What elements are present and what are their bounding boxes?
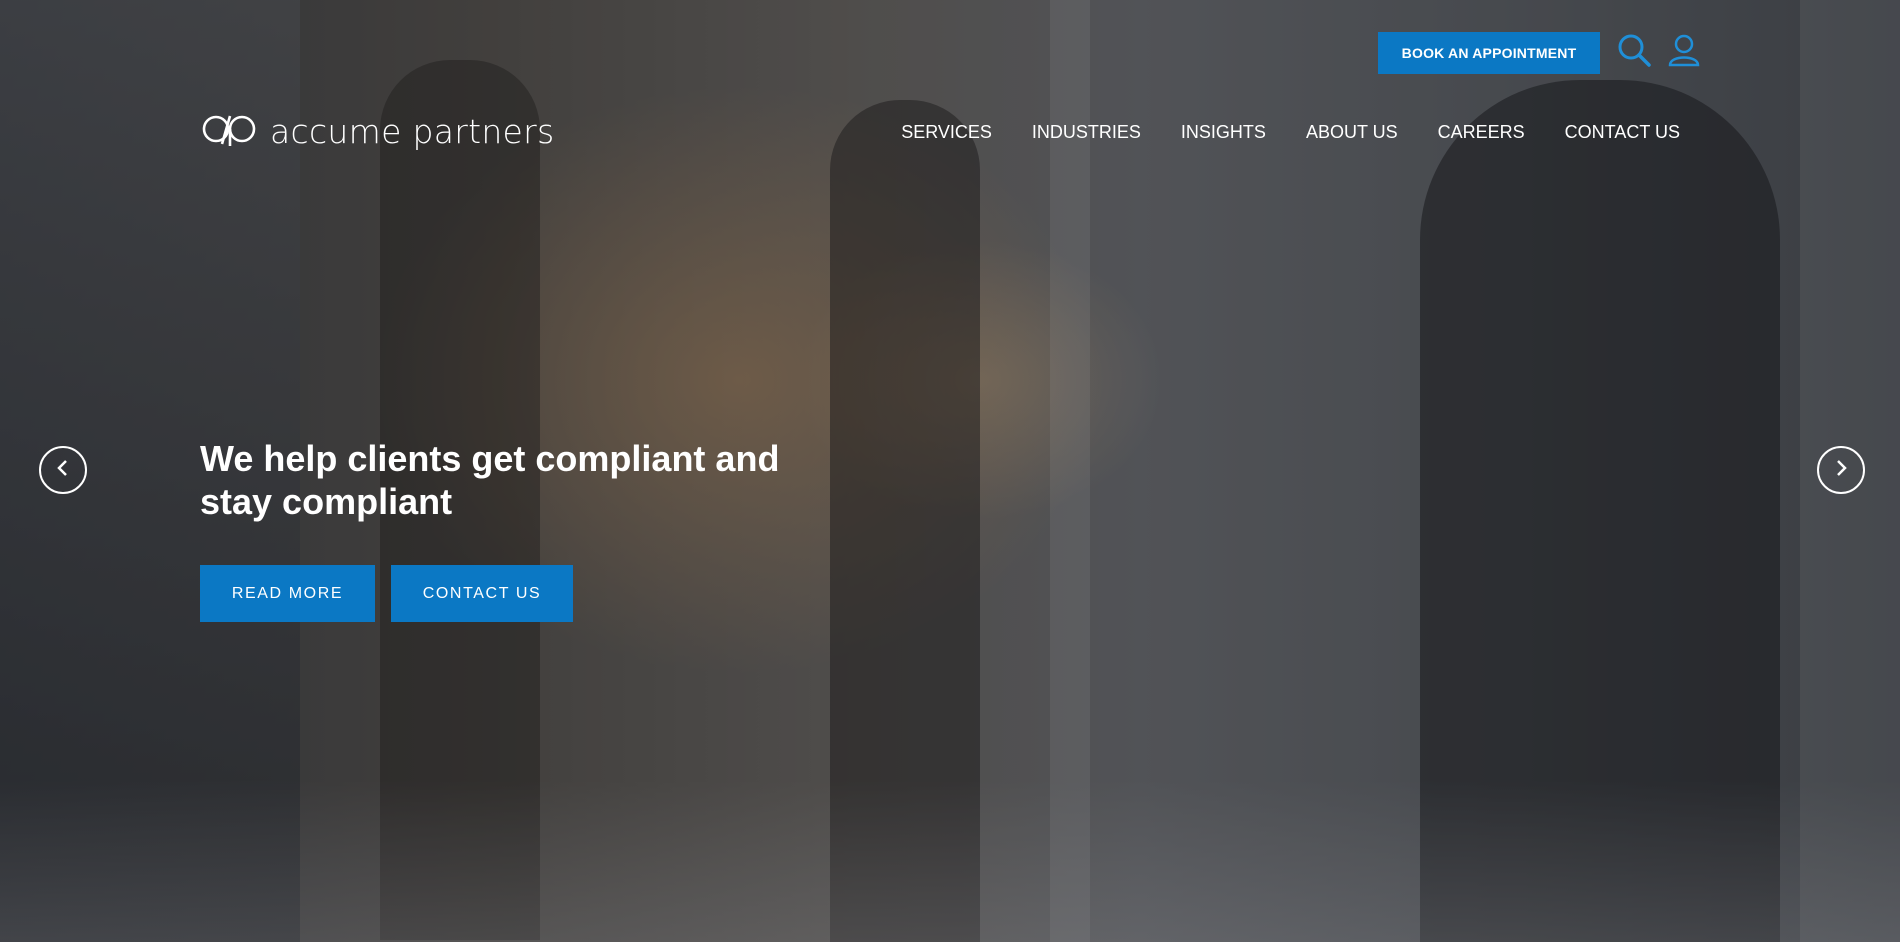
chevron-right-icon [1832, 459, 1850, 482]
nav-item-careers[interactable]: CAREERS [1438, 122, 1525, 143]
search-icon[interactable] [1616, 32, 1652, 68]
nav-item-industries[interactable]: INDUSTRIES [1032, 122, 1141, 143]
ap-monogram-icon [200, 112, 260, 151]
carousel-prev-button[interactable] [39, 446, 87, 494]
contact-us-button[interactable]: CONTACT US [391, 565, 573, 622]
read-more-button[interactable]: READ MORE [200, 565, 375, 622]
logo[interactable]: accume partners [200, 112, 555, 151]
carousel-next-button[interactable] [1817, 446, 1865, 494]
user-icon[interactable] [1666, 32, 1702, 68]
nav-item-services[interactable]: SERVICES [901, 122, 992, 143]
nav-item-insights[interactable]: INSIGHTS [1181, 122, 1266, 143]
nav-item-contact-us[interactable]: CONTACT US [1565, 122, 1680, 143]
logo-text: accume partners [270, 112, 555, 151]
book-appointment-button[interactable]: BOOK AN APPOINTMENT [1378, 32, 1600, 74]
chevron-left-icon [54, 459, 72, 482]
hero-headline: We help clients get compliant and stay c… [200, 438, 780, 522]
main-nav: SERVICES INDUSTRIES INSIGHTS ABOUT US CA… [901, 122, 1680, 143]
nav-item-about-us[interactable]: ABOUT US [1306, 122, 1398, 143]
